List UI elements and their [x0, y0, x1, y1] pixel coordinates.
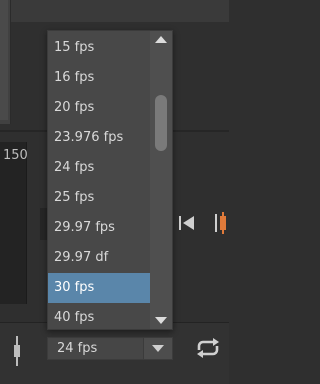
- option-23-976-fps[interactable]: 23.976 fps: [48, 123, 152, 153]
- option-29-97-df[interactable]: 29.97 df: [48, 243, 152, 273]
- chevron-down-icon: [152, 345, 164, 352]
- framerate-option-list: 15 fps 16 fps 20 fps 23.976 fps 24 fps 2…: [48, 31, 152, 331]
- timeline-track[interactable]: [0, 142, 27, 304]
- playhead-marker-icon[interactable]: [214, 210, 229, 236]
- option-24-fps[interactable]: 24 fps: [48, 153, 152, 183]
- top-toolbar: [0, 0, 229, 22]
- option-16-fps[interactable]: 16 fps: [48, 63, 152, 93]
- option-40-fps[interactable]: 40 fps: [48, 303, 152, 333]
- dropdown-scrollbar[interactable]: [150, 31, 172, 329]
- option-29-97-fps[interactable]: 29.97 fps: [48, 213, 152, 243]
- framerate-select-value: 24 fps: [57, 341, 98, 356]
- drag-handle-icon[interactable]: [12, 335, 22, 367]
- option-15-fps[interactable]: 15 fps: [48, 33, 152, 63]
- left-panel: [0, 0, 11, 124]
- timeline-frame-label: 150: [3, 148, 28, 163]
- scrollbar-thumb[interactable]: [155, 95, 167, 151]
- loop-icon[interactable]: [193, 336, 223, 360]
- option-20-fps[interactable]: 20 fps: [48, 93, 152, 123]
- left-panel-inner: [0, 0, 8, 120]
- skip-to-start-icon[interactable]: [176, 212, 198, 234]
- scroll-down-arrow-icon[interactable]: [155, 317, 167, 324]
- option-30-fps[interactable]: 30 fps: [48, 273, 152, 303]
- framerate-select[interactable]: 24 fps: [47, 337, 173, 360]
- framerate-select-toggle[interactable]: [143, 338, 172, 359]
- scroll-up-arrow-icon[interactable]: [155, 36, 167, 43]
- framerate-dropdown[interactable]: 15 fps 16 fps 20 fps 23.976 fps 24 fps 2…: [47, 30, 173, 330]
- option-25-fps[interactable]: 25 fps: [48, 183, 152, 213]
